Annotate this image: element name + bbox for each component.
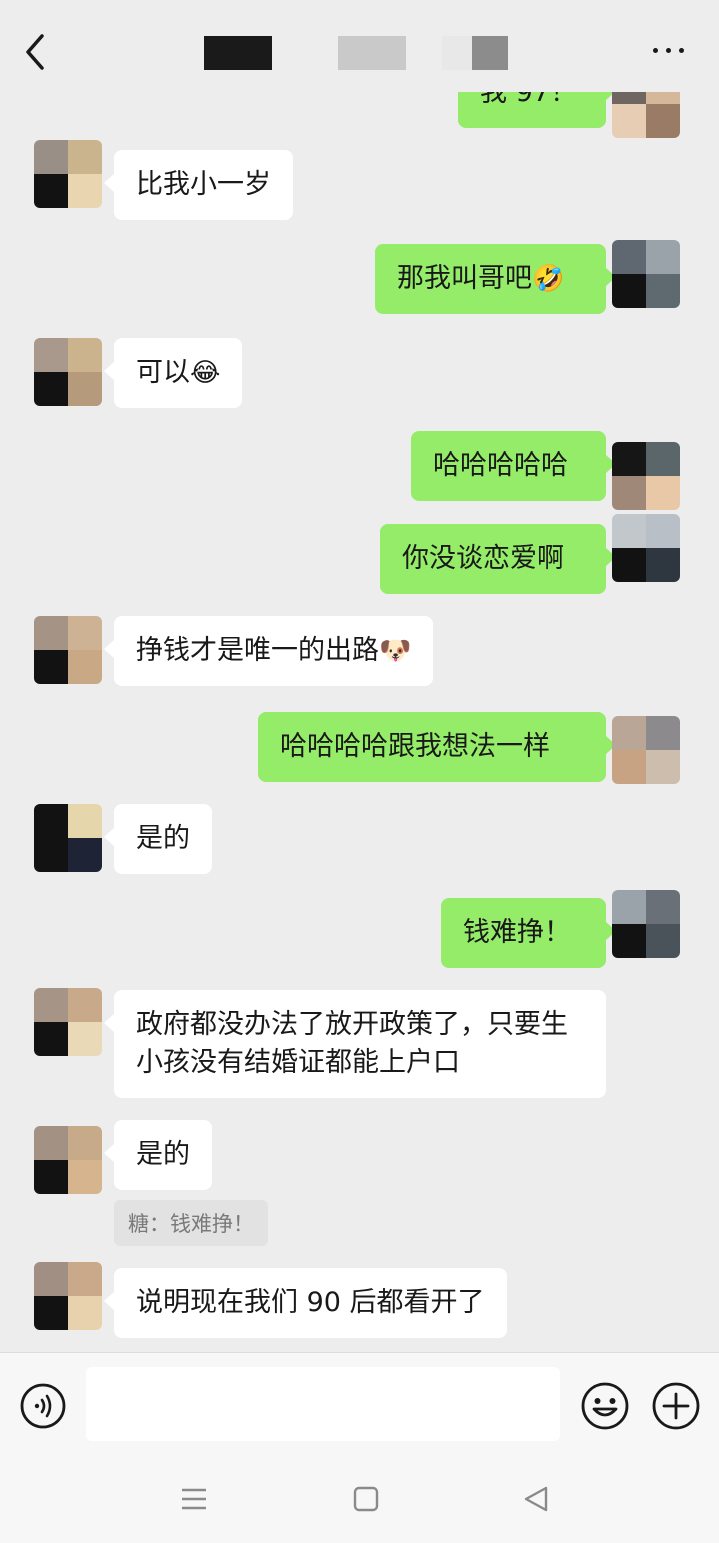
message-text: 是的 xyxy=(136,1139,190,1170)
message-input[interactable] xyxy=(86,1367,560,1441)
back-triangle-icon[interactable] xyxy=(522,1484,550,1514)
voice-icon[interactable] xyxy=(20,1383,66,1429)
my-avatar[interactable] xyxy=(612,442,680,510)
contact-avatar[interactable] xyxy=(34,988,102,1056)
contact-avatar[interactable] xyxy=(34,1126,102,1194)
message-text: 我 97！ xyxy=(480,92,577,108)
system-nav-bar xyxy=(0,1456,719,1543)
contact-avatar[interactable] xyxy=(34,616,102,684)
contact-avatar[interactable] xyxy=(34,804,102,872)
message-text: 可以 xyxy=(136,357,190,388)
my-avatar[interactable] xyxy=(612,92,680,138)
message-bubble-in[interactable]: 挣钱才是唯一的出路🐶 xyxy=(103,616,434,686)
my-avatar[interactable] xyxy=(612,240,680,308)
message-text: 比我小一岁 xyxy=(136,169,271,200)
more-horizontal-icon[interactable] xyxy=(645,36,695,66)
contact-avatar[interactable] xyxy=(34,1262,102,1330)
message-text: 哈哈哈哈哈 xyxy=(433,450,568,481)
rolling-laughing-emoji-icon: 🤣 xyxy=(532,264,565,294)
message-text: 你没谈恋爱啊 xyxy=(402,543,564,574)
message-bubble-in[interactable]: 说明现在我们 90 后都看开了 xyxy=(104,1268,507,1338)
plus-circle-icon[interactable] xyxy=(651,1381,701,1431)
message-bubble-out[interactable]: 我 97！ xyxy=(458,92,616,128)
quoted-text: 糖：钱难挣！ xyxy=(128,1212,254,1236)
message-text: 说明现在我们 90 后都看开了 xyxy=(136,1287,485,1318)
message-bubble-in[interactable]: 政府都没办法了放开政策了，只要生小孩没有结婚证都能上户口 xyxy=(104,990,606,1098)
message-bubble-out[interactable]: 哈哈哈哈跟我想法一样 xyxy=(258,712,616,782)
message-bubble-out[interactable]: 哈哈哈哈哈 xyxy=(411,431,616,501)
message-bubble-in[interactable]: 比我小一岁 xyxy=(104,150,293,220)
message-bubble-out[interactable]: 你没谈恋爱啊 xyxy=(380,524,616,594)
my-avatar[interactable] xyxy=(612,514,680,582)
message-bubble-out[interactable]: 那我叫哥吧🤣 xyxy=(375,244,616,314)
message-list[interactable]: 我 97！ 比我小一岁 那我叫哥吧🤣 可以😂 哈哈哈哈哈 你没谈恋爱啊 挣钱才是… xyxy=(0,92,719,1352)
message-bubble-out[interactable]: 钱难挣！ xyxy=(441,898,616,968)
message-text: 挣钱才是唯一的出路 xyxy=(136,635,379,666)
message-text: 政府都没办法了放开政策了，只要生小孩没有结婚证都能上户口 xyxy=(136,1009,568,1078)
message-text: 哈哈哈哈跟我想法一样 xyxy=(280,731,550,762)
menu-icon[interactable] xyxy=(180,1484,208,1514)
home-square-icon[interactable] xyxy=(352,1484,380,1514)
emoji-icon[interactable] xyxy=(580,1381,630,1431)
message-bubble-in[interactable]: 是的 xyxy=(104,1120,212,1190)
input-bar xyxy=(0,1352,719,1457)
doge-emoji-icon: 🐶 xyxy=(379,636,412,666)
message-text: 钱难挣！ xyxy=(463,917,571,948)
contact-avatar[interactable] xyxy=(34,140,102,208)
my-avatar[interactable] xyxy=(612,890,680,958)
tears-of-joy-emoji-icon: 😂 xyxy=(190,358,221,388)
chat-header xyxy=(0,0,719,92)
message-text: 那我叫哥吧 xyxy=(397,263,532,294)
message-text: 是的 xyxy=(136,823,190,854)
contact-name-redacted xyxy=(160,36,560,72)
chevron-left-icon[interactable] xyxy=(18,22,58,82)
quoted-reply[interactable]: 糖：钱难挣！ xyxy=(114,1200,268,1246)
contact-avatar[interactable] xyxy=(34,338,102,406)
my-avatar[interactable] xyxy=(612,716,680,784)
message-bubble-in[interactable]: 可以😂 xyxy=(103,338,243,408)
message-bubble-in[interactable]: 是的 xyxy=(104,804,212,874)
